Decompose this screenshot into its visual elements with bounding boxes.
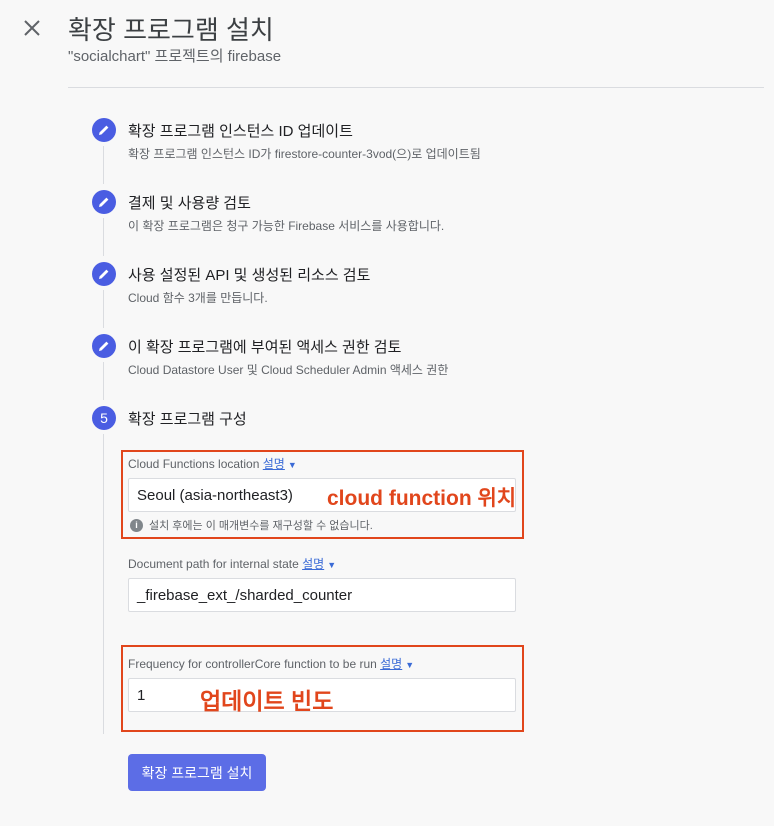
step-1-edit-button[interactable] xyxy=(92,118,116,142)
step-connector xyxy=(103,434,104,734)
document-path-label: Document path for internal state 설명 ▼ xyxy=(128,555,336,572)
pencil-icon xyxy=(99,341,109,351)
step-2-edit-button[interactable] xyxy=(92,190,116,214)
step-1-title[interactable]: 확장 프로그램 인스턴스 ID 업데이트 xyxy=(128,120,353,141)
step-2-title[interactable]: 결제 및 사용량 검토 xyxy=(128,192,251,213)
document-path-input[interactable]: _firebase_ext_/sharded_counter xyxy=(128,578,516,612)
pencil-icon xyxy=(99,269,109,279)
pencil-icon xyxy=(99,197,109,207)
document-path-label-text: Document path for internal state xyxy=(128,557,299,571)
caret-down-icon[interactable]: ▼ xyxy=(327,560,336,570)
page-subtitle: "socialchart" 프로젝트의 firebase xyxy=(68,48,282,65)
step-3-subtitle: Cloud 함수 3개를 만듭니다. xyxy=(128,291,268,305)
document-path-help-link[interactable]: 설명 xyxy=(302,557,324,571)
annotation-frequency-text: 업데이트 빈도 xyxy=(200,688,334,714)
step-4-subtitle: Cloud Datastore User 및 Cloud Scheduler A… xyxy=(128,363,449,377)
annotation-location-text: cloud function 위치 xyxy=(327,487,517,510)
step-4-edit-button[interactable] xyxy=(92,334,116,358)
page-title: 확장 프로그램 설치 xyxy=(68,15,274,45)
step-5-number: 5 xyxy=(92,406,116,430)
step-3-title[interactable]: 사용 설정된 API 및 생성된 리소스 검토 xyxy=(128,264,370,285)
step-1-subtitle: 확장 프로그램 인스턴스 ID가 firestore-counter-3vod(… xyxy=(128,147,481,161)
header-divider xyxy=(68,87,764,88)
install-extension-button[interactable]: 확장 프로그램 설치 xyxy=(128,754,266,791)
step-4-title[interactable]: 이 확장 프로그램에 부여된 액세스 권한 검토 xyxy=(128,336,401,357)
step-5-title: 확장 프로그램 구성 xyxy=(128,411,247,428)
step-connector xyxy=(103,218,104,256)
document-path-value: _firebase_ext_/sharded_counter xyxy=(137,586,353,604)
close-icon xyxy=(24,20,40,36)
step-3-edit-button[interactable] xyxy=(92,262,116,286)
step-connector xyxy=(103,146,104,184)
step-2-subtitle: 이 확장 프로그램은 청구 가능한 Firebase 서비스를 사용합니다. xyxy=(128,219,445,233)
close-button[interactable] xyxy=(20,16,44,40)
pencil-icon xyxy=(99,125,109,135)
step-connector xyxy=(103,290,104,328)
step-connector xyxy=(103,362,104,400)
